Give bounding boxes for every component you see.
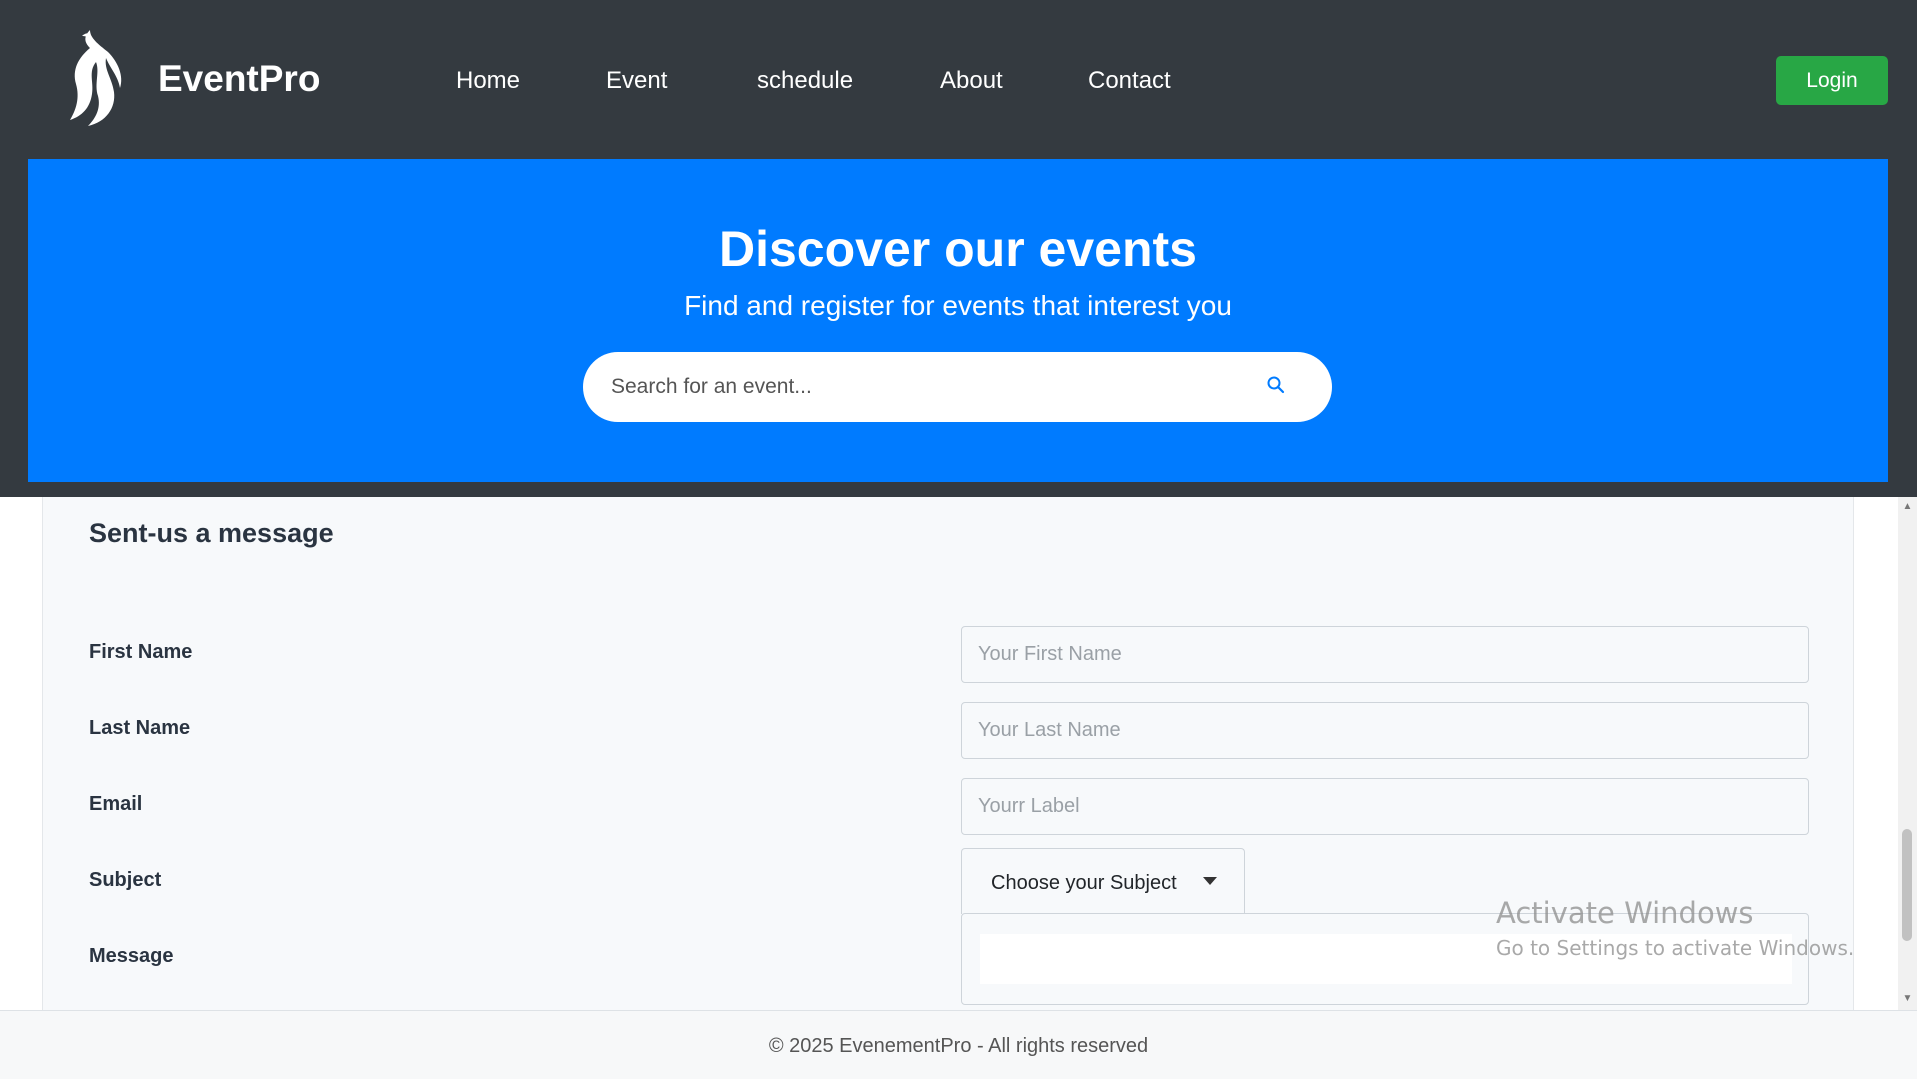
nav-link-event[interactable]: Event: [606, 67, 667, 95]
form-heading: Sent-us a message: [89, 518, 334, 548]
email-input[interactable]: [961, 778, 1809, 835]
subject-selected-value: Choose your Subject: [991, 872, 1177, 894]
nav-link-home[interactable]: Home: [456, 67, 520, 95]
first-name-input[interactable]: [961, 626, 1809, 683]
activate-windows-title: Activate Windows: [1496, 896, 1754, 930]
login-button[interactable]: Login: [1776, 56, 1888, 105]
message-label: Message: [89, 945, 174, 967]
search-input[interactable]: [611, 352, 1271, 422]
content-area: Sent-us a message First Name Last Name E…: [0, 497, 1917, 1010]
hero-title: Discover our events: [719, 221, 1197, 277]
brand-name[interactable]: EventPro: [158, 58, 320, 100]
first-name-label: First Name: [89, 641, 193, 663]
caret-down-icon: [1203, 877, 1217, 885]
scrollbar-thumb[interactable]: [1902, 829, 1912, 941]
subject-label: Subject: [89, 869, 162, 891]
scroll-up-icon[interactable]: ▲: [1902, 501, 1913, 512]
navbar: EventPro Home Event schedule About Conta…: [0, 0, 1917, 159]
subject-select[interactable]: Choose your Subject: [961, 848, 1245, 914]
activate-windows-subtitle: Go to Settings to activate Windows.: [1496, 936, 1855, 960]
footer: © 2025 EvenementPro - All rights reserve…: [0, 1010, 1917, 1079]
email-label: Email: [89, 793, 143, 815]
nav-link-contact[interactable]: Contact: [1088, 67, 1171, 95]
footer-copyright: © 2025 EvenementPro - All rights reserve…: [768, 1035, 1149, 1057]
hero-subtitle: Find and register for events that intere…: [684, 290, 1232, 321]
last-name-label: Last Name: [89, 717, 191, 739]
nav-link-about[interactable]: About: [940, 67, 1003, 95]
contact-form-card: Sent-us a message First Name Last Name E…: [42, 497, 1854, 1010]
scroll-down-icon[interactable]: ▼: [1902, 993, 1913, 1004]
flame-logo-icon[interactable]: [68, 28, 128, 128]
hero-banner: Discover our events Find and register fo…: [28, 159, 1888, 482]
nav-link-schedule[interactable]: schedule: [757, 67, 853, 95]
search-bar: [583, 352, 1332, 422]
search-icon[interactable]: [1266, 375, 1286, 395]
last-name-input[interactable]: [961, 702, 1809, 759]
